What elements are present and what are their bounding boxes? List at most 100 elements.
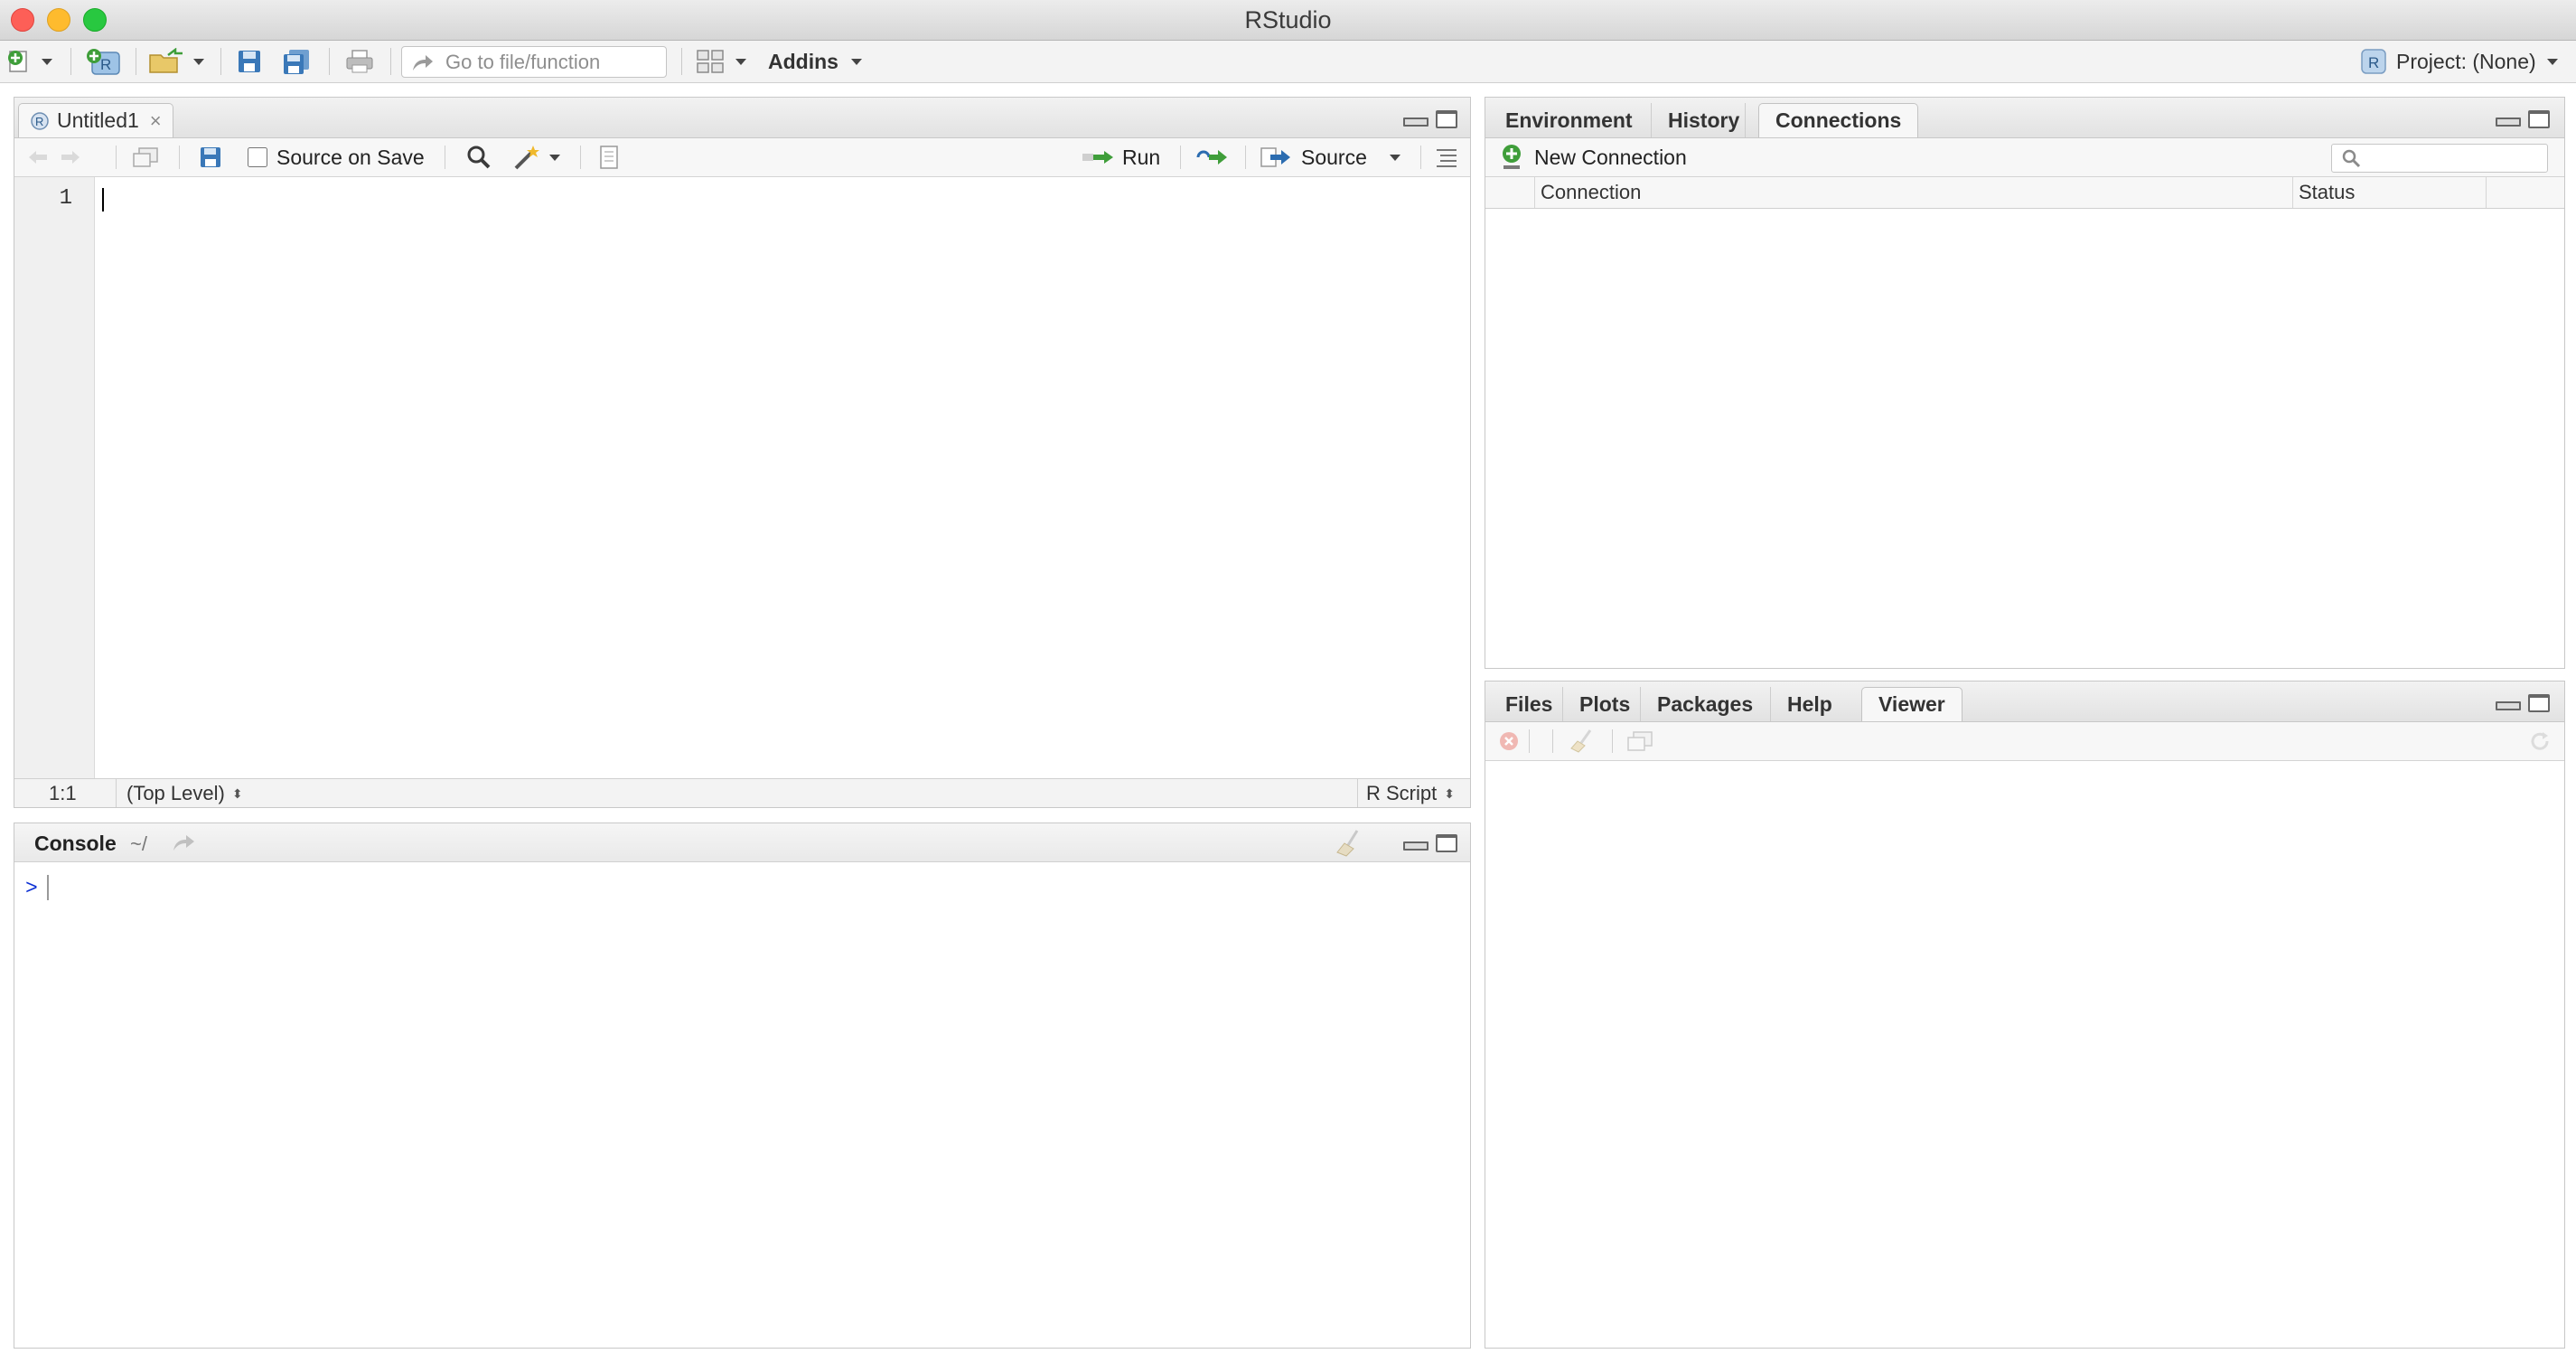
source-tabbar: R Untitled1 × <box>14 98 1470 138</box>
broom-icon <box>1569 728 1597 754</box>
source-options-dropdown[interactable] <box>1390 142 1400 173</box>
source-on-save-checkbox[interactable] <box>248 147 267 167</box>
tab-label: Viewer <box>1878 692 1945 716</box>
pane-layout-button[interactable] <box>696 45 746 78</box>
file-type-label: R Script <box>1366 782 1438 804</box>
viewer-toolbar <box>1485 722 2564 761</box>
new-file-button[interactable] <box>7 45 52 78</box>
tab-help[interactable]: Help <box>1771 687 1841 721</box>
new-connection-button[interactable]: New Connection <box>1500 142 1687 173</box>
column-header-connection[interactable]: Connection <box>1534 177 2344 208</box>
remove-viewer-item-button[interactable] <box>1498 726 1520 757</box>
console-cursor <box>47 875 49 900</box>
column-label: Status <box>2299 181 2356 203</box>
tab-plots[interactable]: Plots <box>1563 687 1641 721</box>
maximize-pane-button[interactable] <box>2528 694 2550 712</box>
refresh-viewer-button[interactable] <box>2528 726 2552 757</box>
tab-packages[interactable]: Packages <box>1641 687 1771 721</box>
cursor-position: 1:1 <box>49 782 77 804</box>
maximize-pane-button[interactable] <box>2528 110 2550 128</box>
show-in-window-button[interactable] <box>132 142 159 173</box>
files-pane: Files Plots Packages Help Viewer <box>1485 681 2565 1349</box>
document-outline-button[interactable] <box>1435 142 1458 173</box>
r-project-icon: R <box>2360 48 2387 75</box>
save-file-button[interactable] <box>199 142 222 173</box>
find-replace-button[interactable] <box>466 142 492 173</box>
back-arrow-icon <box>27 148 51 166</box>
updown-icon: ⬍ <box>1444 786 1455 801</box>
environment-tabbar: Environment History Connections <box>1485 98 2564 138</box>
clear-viewer-button[interactable] <box>1569 726 1597 757</box>
minimize-pane-button[interactable] <box>1403 118 1429 127</box>
source-on-save-option[interactable]: Source on Save <box>248 142 425 173</box>
tab-label: Connections <box>1775 108 1902 132</box>
tab-label: Packages <box>1657 691 1754 716</box>
file-type-selector[interactable]: R Script ⬍ <box>1366 782 1455 805</box>
open-file-button[interactable] <box>148 45 204 78</box>
add-connection-icon <box>1500 144 1523 171</box>
environment-pane: Environment History Connections New Conn… <box>1485 97 2565 669</box>
forward-button[interactable] <box>58 142 81 173</box>
editor-statusbar: 1:1 (Top Level) ⬍ R Script ⬍ <box>14 778 1470 807</box>
code-editor[interactable] <box>95 177 1470 778</box>
scope-selector[interactable]: (Top Level) ⬍ <box>126 782 243 805</box>
minimize-pane-button[interactable] <box>2496 701 2521 710</box>
tab-untitled1[interactable]: R Untitled1 × <box>18 103 173 137</box>
new-project-button[interactable]: R <box>85 45 121 78</box>
tab-files[interactable]: Files <box>1489 687 1563 721</box>
save-all-button[interactable] <box>282 45 313 78</box>
print-button[interactable] <box>345 45 374 78</box>
tab-viewer[interactable]: Viewer <box>1861 687 1962 721</box>
compile-report-button[interactable] <box>598 142 620 173</box>
tab-history[interactable]: History <box>1652 103 1746 137</box>
save-icon <box>199 146 222 169</box>
rerun-button[interactable] <box>1194 142 1231 173</box>
search-icon <box>466 145 492 170</box>
tab-label: Help <box>1787 691 1832 716</box>
print-icon <box>345 49 374 74</box>
addins-label: Addins <box>768 49 838 73</box>
addins-menu[interactable]: Addins <box>768 45 862 78</box>
maximize-pane-button[interactable] <box>1436 110 1457 128</box>
run-label: Run <box>1122 145 1161 169</box>
console-path: ~/ <box>130 832 147 855</box>
scope-label: (Top Level) <box>126 782 225 804</box>
close-tab-icon[interactable]: × <box>150 109 162 133</box>
run-arrow-icon <box>1081 148 1115 166</box>
connections-search-input[interactable] <box>2368 146 2543 170</box>
go-to-directory-icon[interactable] <box>172 832 197 852</box>
main-toolbar: R Addins <box>0 41 2576 83</box>
tab-environment[interactable]: Environment <box>1489 103 1652 137</box>
source-button[interactable]: Source <box>1260 142 1367 173</box>
save-button[interactable] <box>237 45 262 78</box>
source-pane: R Untitled1 × Source on Save Run Source … <box>14 97 1471 808</box>
console-title: Console <box>34 832 117 855</box>
column-header-status[interactable]: Status <box>2292 177 2486 208</box>
minimize-pane-button[interactable] <box>2496 118 2521 127</box>
run-button[interactable]: Run <box>1081 142 1160 173</box>
connections-table-header: Connection Status <box>1485 177 2564 209</box>
export-viewer-button[interactable] <box>1626 726 1653 757</box>
code-tools-button[interactable] <box>513 142 560 173</box>
console-output[interactable]: > <box>14 862 1470 1348</box>
source-label: Source <box>1301 145 1367 169</box>
maximize-pane-button[interactable] <box>1436 834 1457 852</box>
connections-search-field[interactable] <box>2331 144 2548 173</box>
goto-file-function-field[interactable] <box>401 46 667 78</box>
goto-file-function-input[interactable] <box>444 49 655 75</box>
r-script-icon: R <box>30 111 50 131</box>
connections-list <box>1485 209 2564 668</box>
svg-text:R: R <box>35 115 43 128</box>
connections-toolbar: New Connection <box>1485 138 2564 177</box>
svg-text:R: R <box>2368 54 2379 71</box>
rerun-icon <box>1194 146 1231 168</box>
tab-label: Plots <box>1579 691 1631 716</box>
project-menu[interactable]: R Project: (None) <box>2360 45 2558 78</box>
clear-console-icon[interactable] <box>1334 829 1370 858</box>
source-icon <box>1260 146 1292 169</box>
tab-connections[interactable]: Connections <box>1758 103 1919 137</box>
back-button[interactable] <box>27 142 51 173</box>
open-file-icon <box>148 48 184 75</box>
window-titlebar: RStudio <box>0 0 2576 41</box>
minimize-pane-button[interactable] <box>1403 841 1429 851</box>
